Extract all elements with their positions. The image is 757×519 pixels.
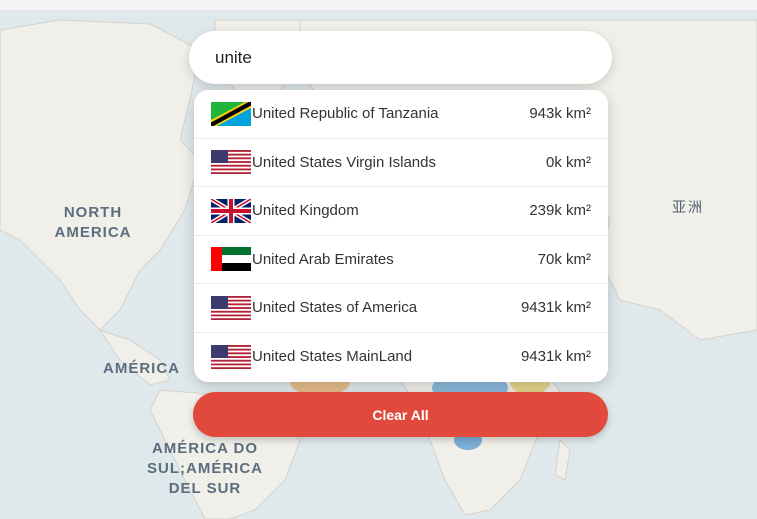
uae-flag-icon <box>211 247 251 272</box>
result-row[interactable]: United States of America 9431k km² <box>194 284 608 333</box>
result-area: 239k km² <box>529 202 591 220</box>
result-name: United States of America <box>252 299 418 317</box>
result-area: 70k km² <box>537 250 591 268</box>
result-name: United Arab Emirates <box>252 250 394 268</box>
result-name: United States MainLand <box>252 348 413 366</box>
result-area: 943k km² <box>529 105 591 123</box>
result-row[interactable]: United States Virgin Islands 0k km² <box>194 139 608 187</box>
result-name: United States Virgin Islands <box>252 153 436 171</box>
result-area: 0k km² <box>546 153 591 171</box>
clear-all-button[interactable]: Clear All <box>193 392 608 437</box>
south-america-label: AMÉRICA DO SUL;AMÉRICA DEL SUR <box>147 440 263 497</box>
result-row[interactable]: United Arab Emirates 70k km² <box>194 236 608 284</box>
result-row[interactable]: United Republic of Tanzania 943k km² <box>194 90 608 139</box>
search-box[interactable] <box>189 31 612 84</box>
north-america-label: NORTH AMERICA <box>54 204 132 241</box>
result-row[interactable]: United Kingdom 239k km² <box>194 187 608 236</box>
result-row[interactable]: United States MainLand 9431k km² <box>194 333 608 382</box>
uk-flag-icon <box>211 198 251 223</box>
usa-flag-icon <box>211 344 251 369</box>
results-dropdown: United Republic of Tanzania 943k km² Uni… <box>194 90 608 382</box>
result-area: 9431k km² <box>520 348 591 366</box>
search-input[interactable] <box>215 47 575 68</box>
result-name: United Republic of Tanzania <box>252 105 439 123</box>
usa-flag-icon <box>211 150 251 175</box>
america-label: AMÉRICA <box>103 360 180 377</box>
result-area: 9431k km² <box>520 299 591 317</box>
usa-flag-icon <box>211 295 251 320</box>
asia-label: 亚洲 <box>672 199 704 215</box>
result-name: United Kingdom <box>252 202 359 220</box>
tanzania-flag-icon <box>211 101 251 126</box>
